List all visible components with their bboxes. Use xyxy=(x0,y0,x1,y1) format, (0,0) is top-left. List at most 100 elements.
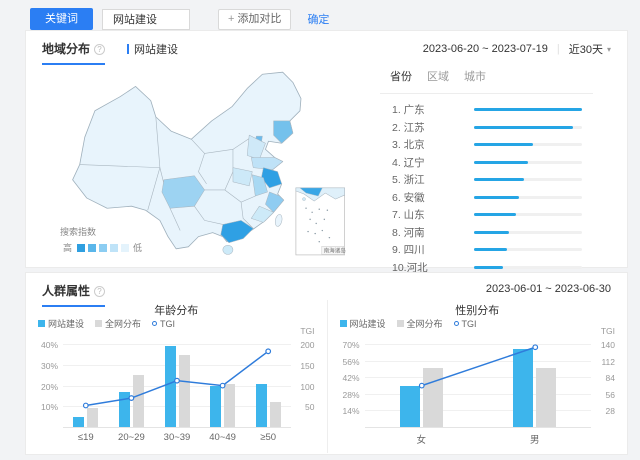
help-icon[interactable]: ? xyxy=(94,44,105,55)
left-axis: 10%20%30%40% xyxy=(36,336,63,428)
chevron-down-icon[interactable]: ▾ xyxy=(607,45,611,54)
rank-row[interactable]: 6. 安徽 xyxy=(380,189,593,207)
series-bar-keyword xyxy=(73,417,84,427)
chart-plot-row: 14%28%42%56%70% 女男 TGI 285684112140 xyxy=(338,336,618,444)
region-card-title: 地域分布 xyxy=(42,42,90,56)
keyword-subtab-label: 网站建设 xyxy=(134,41,178,57)
demo-date-range-wrap: 2023-06-01 ~ 2023-06-30 xyxy=(486,282,611,295)
gridline xyxy=(63,365,291,366)
series-bar-allnet xyxy=(133,375,144,427)
rank-bar-track xyxy=(474,196,582,199)
region-distribution-card: 地域分布? 网站建设 2023-06-20 ~ 2023-07-19 | 近30… xyxy=(25,30,628,268)
plot-column: 女男 xyxy=(365,336,592,444)
series-bar-keyword xyxy=(210,386,221,427)
right-axis-tick: 150 xyxy=(300,361,314,371)
rank-row[interactable]: 2. 江苏 xyxy=(380,119,593,137)
series-bar-keyword xyxy=(400,386,420,427)
series-bar-keyword xyxy=(165,346,176,427)
legend-item: TGI xyxy=(454,319,477,329)
keyword-button[interactable]: 关键词 xyxy=(30,8,93,30)
inset-label: 南海诸岛 xyxy=(324,247,346,255)
blue-series-swatch xyxy=(38,320,45,327)
rank-bar-track xyxy=(474,231,582,234)
legend-label: 网站建设 xyxy=(48,317,84,330)
rank-label: 6. 安徽 xyxy=(380,190,472,205)
region-date-range: 2023-06-20 ~ 2023-07-19 xyxy=(423,43,548,55)
legend-color-squares xyxy=(75,244,130,252)
x-axis-label: ≥50 xyxy=(236,432,300,443)
rank-row[interactable]: 8. 河南 xyxy=(380,224,593,242)
legend-item: 网站建设 xyxy=(38,317,84,330)
rank-label: 5. 浙江 xyxy=(380,172,472,187)
left-axis-tick: 56% xyxy=(342,357,359,367)
plot-area[interactable] xyxy=(63,336,291,428)
legend-item: 全网分布 xyxy=(95,317,141,330)
confirm-link[interactable]: 确定 xyxy=(307,11,329,27)
taiwan-island[interactable] xyxy=(274,214,283,227)
chart-plot-row: 10%20%30%40% ≤1920~2930~3940~49≥50 TGI 5… xyxy=(36,336,317,444)
rank-bar-track xyxy=(474,248,582,251)
x-axis-label: 男 xyxy=(503,432,567,446)
x-axis-labels: ≤1920~2930~3940~49≥50 xyxy=(63,428,291,444)
add-compare-button[interactable]: +添加对比 xyxy=(218,9,291,30)
rank-bar-fill xyxy=(474,161,528,164)
rank-row[interactable]: 4. 辽宁 xyxy=(380,154,593,172)
rank-bar-fill xyxy=(474,266,503,269)
series-bar-allnet xyxy=(179,355,190,427)
rank-row[interactable]: 7. 山东 xyxy=(380,206,593,224)
left-axis-tick: 10% xyxy=(41,402,58,412)
age-distribution-chart: 年龄分布 网站建设全网分布TGI 10%20%30%40% ≤1920~2930… xyxy=(26,300,327,453)
hainan-island[interactable] xyxy=(223,245,233,254)
tgi-marker-icon xyxy=(454,321,459,326)
series-bar-keyword xyxy=(256,384,267,427)
region-date-controls: 2023-06-20 ~ 2023-07-19 | 近30天 ▾ xyxy=(423,40,611,57)
rank-tab-province[interactable]: 省份 xyxy=(390,68,412,84)
left-axis-tick: 70% xyxy=(342,340,359,350)
left-axis-tick: 28% xyxy=(342,390,359,400)
legend-scale: 高 低 xyxy=(60,241,145,254)
demo-card-title: 人群属性 xyxy=(42,284,90,298)
rank-label: 2. 江苏 xyxy=(380,120,472,135)
rank-bar-fill xyxy=(474,231,509,234)
right-axis-tick: 84 xyxy=(606,373,615,383)
rank-bar-fill xyxy=(474,178,524,181)
rank-row[interactable]: 3. 北京 xyxy=(380,136,593,154)
rank-label: 9. 四川 xyxy=(380,242,472,257)
period-dropdown[interactable]: 近30天 xyxy=(569,41,603,57)
legend-item: 全网分布 xyxy=(397,317,443,330)
right-axis: TGI 50100150200 xyxy=(291,336,317,428)
gender-distribution-chart: 性别分布 网站建设全网分布TGI 14%28%42%56%70% 女男 TGI … xyxy=(327,300,628,453)
rank-tab-region[interactable]: 区域 xyxy=(427,68,449,84)
rank-bar-track xyxy=(474,266,582,269)
rank-row[interactable]: 1. 广东 xyxy=(380,101,593,119)
demo-date-range: 2023-06-01 ~ 2023-06-30 xyxy=(486,283,611,295)
rank-row[interactable]: 9. 四川 xyxy=(380,241,593,259)
region-card-body: 南海诸岛 搜索指数 高 低 省份 区域 城市 1. 广东2. 江苏3. 北京4.… xyxy=(26,58,627,266)
keyword-input[interactable] xyxy=(102,9,190,30)
rank-bar-fill xyxy=(474,126,573,129)
legend-title: 搜索指数 xyxy=(60,225,145,238)
rank-tab-city[interactable]: 城市 xyxy=(464,68,486,84)
region-card-header: 地域分布? 网站建设 2023-06-20 ~ 2023-07-19 | 近30… xyxy=(26,31,627,58)
rank-row[interactable]: 5. 浙江 xyxy=(380,171,593,189)
rank-bar-fill xyxy=(474,213,516,216)
legend-label: 网站建设 xyxy=(350,317,386,330)
toolbar: 关键词 +添加对比 确定 xyxy=(30,8,329,30)
right-axis-tick: 28 xyxy=(606,406,615,416)
demographic-card: 人群属性? 2023-06-01 ~ 2023-06-30 年龄分布 网站建设全… xyxy=(25,272,628,455)
help-icon[interactable]: ? xyxy=(94,286,105,297)
series-bar-allnet xyxy=(536,368,556,427)
series-bar-allnet xyxy=(423,368,443,427)
right-axis-tick: 112 xyxy=(601,357,615,367)
search-index-legend: 搜索指数 高 低 xyxy=(60,225,145,254)
rank-bar-fill xyxy=(474,108,582,111)
right-axis-tick: 50 xyxy=(305,402,314,412)
legend-color-square xyxy=(77,244,85,252)
x-axis-labels: 女男 xyxy=(365,428,592,444)
legend-low-label: 低 xyxy=(133,241,142,254)
rank-bar-track xyxy=(474,178,582,181)
plot-area[interactable] xyxy=(365,336,592,428)
legend-color-square xyxy=(88,244,96,252)
gray-series-swatch xyxy=(95,320,102,327)
demo-card-body: 年龄分布 网站建设全网分布TGI 10%20%30%40% ≤1920~2930… xyxy=(26,300,627,453)
